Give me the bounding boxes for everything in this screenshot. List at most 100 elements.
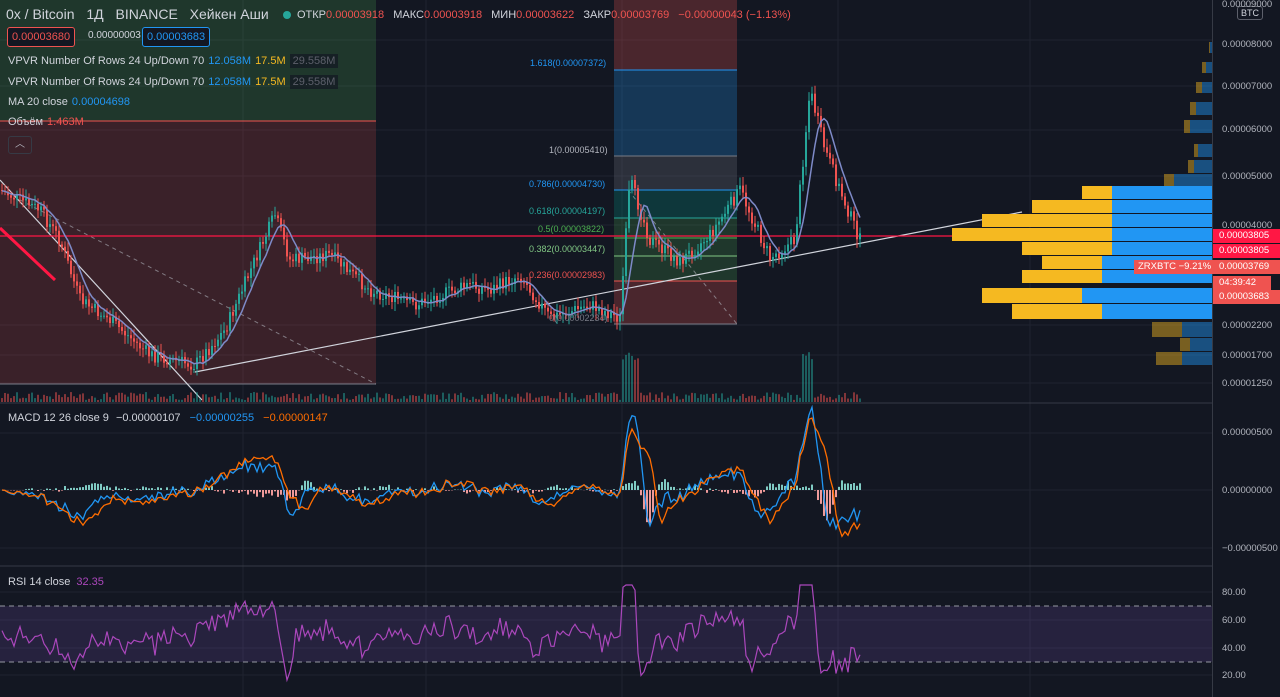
- volume-bar: [415, 395, 417, 402]
- volume-bar: [310, 393, 312, 402]
- chart-style[interactable]: Хейкен Аши: [190, 6, 269, 22]
- volume-bar: [589, 395, 591, 402]
- macd-bar: [367, 488, 369, 490]
- price-tick: 0.00001700: [1222, 350, 1273, 361]
- chevron-up-icon[interactable]: ︿: [8, 136, 32, 154]
- macd-bar: [115, 486, 117, 490]
- symbol-header[interactable]: 0x / Bitcoin 1Д BINANCE Хейкен Аши: [6, 6, 301, 22]
- volume-bar: [226, 398, 228, 402]
- volume-bar: [637, 358, 639, 402]
- volume-bar: [580, 398, 582, 402]
- candle-body: [34, 203, 36, 205]
- candle-body: [772, 256, 774, 261]
- macd-bar: [799, 488, 801, 490]
- macd-bar: [712, 490, 714, 491]
- legend-rsi[interactable]: RSI 14 close 32.35: [8, 576, 104, 588]
- macd-bar: [841, 480, 843, 490]
- macd-bar: [796, 485, 798, 490]
- candle-body: [358, 273, 360, 275]
- macd-bar: [652, 490, 654, 513]
- macd-bar: [142, 486, 144, 490]
- volume-bar: [613, 392, 615, 402]
- candle-body: [538, 302, 540, 309]
- candle-body: [682, 257, 684, 264]
- buy-price-box[interactable]: 0.00003683: [142, 27, 211, 47]
- symbol-name[interactable]: 0x / Bitcoin: [6, 6, 74, 22]
- macd-bar: [43, 490, 45, 491]
- candle-body: [748, 206, 750, 213]
- candle-body: [661, 244, 663, 254]
- chart-canvas[interactable]: [0, 0, 1212, 697]
- candle-body: [724, 213, 726, 217]
- volume-bar: [445, 398, 447, 402]
- profile-bar-up: [1196, 102, 1212, 115]
- macd-bar: [808, 487, 810, 490]
- volume-bar: [529, 393, 531, 402]
- candle-body: [529, 284, 531, 293]
- legend-ma[interactable]: MA 20 close 0.00004698: [8, 96, 130, 108]
- volume-bar: [52, 398, 54, 402]
- candle-body: [610, 311, 612, 319]
- volume-bar: [22, 397, 24, 402]
- macd-bar: [136, 488, 138, 490]
- candle-body: [811, 93, 813, 101]
- candle-body: [229, 312, 231, 331]
- candle-body: [103, 315, 105, 317]
- last-price-tag: 0.00003769: [1213, 260, 1280, 274]
- candle-body: [76, 281, 78, 286]
- volume-bar: [466, 398, 468, 402]
- profile-bar-up: [1202, 82, 1212, 93]
- legend-volume[interactable]: Объём 1.463M: [8, 116, 84, 128]
- candle-body: [679, 257, 681, 266]
- volume-bar: [196, 392, 198, 402]
- macd-bar: [244, 490, 246, 491]
- volume-bar: [220, 392, 222, 402]
- candle-body: [217, 339, 219, 347]
- legend-macd[interactable]: MACD 12 26 close 9 −0.00000107 −0.000002…: [8, 412, 328, 424]
- macd-bar: [301, 485, 303, 490]
- volume-bar: [436, 394, 438, 402]
- volume-bar: [361, 394, 363, 402]
- candle-body: [517, 278, 519, 280]
- volume-bar: [532, 399, 534, 402]
- candle-body: [31, 203, 33, 206]
- candle-body: [445, 287, 447, 299]
- candle-body: [61, 244, 63, 247]
- price-change: −0.00000043 (−1.13%): [678, 9, 791, 21]
- volume-bar: [112, 399, 114, 402]
- volume-bar: [412, 395, 414, 402]
- symbol-change-label: ZRXBTC −9.21%: [1134, 260, 1216, 274]
- macd-bar: [28, 488, 30, 490]
- volume-bar: [130, 392, 132, 402]
- volume-bar: [448, 393, 450, 402]
- candle-body: [277, 215, 279, 219]
- macd-bar: [373, 488, 375, 490]
- macd-bar: [613, 489, 615, 490]
- volume-bar: [472, 396, 474, 402]
- macd-bar: [328, 490, 330, 492]
- profile-bar-down: [982, 288, 1082, 303]
- sell-price-box[interactable]: 0.00003680: [7, 27, 76, 47]
- candle-body: [829, 152, 831, 159]
- legend-vpvr-2[interactable]: VPVR Number Of Rows 24 Up/Down 70 12.058M…: [8, 75, 339, 89]
- volume-bar: [316, 398, 318, 402]
- volume-bar: [334, 398, 336, 402]
- fib-label-05: 0.5(0.00003822): [538, 224, 605, 234]
- macd-bar: [838, 486, 840, 490]
- volume-bar: [556, 398, 558, 402]
- candle-body: [106, 315, 108, 318]
- volume-bar: [313, 399, 315, 402]
- volume-bar: [661, 392, 663, 402]
- volume-bar: [832, 399, 834, 402]
- macd-bar: [58, 490, 60, 492]
- candle-body: [577, 306, 579, 310]
- interval[interactable]: 1Д: [86, 6, 103, 22]
- volume-bar: [37, 394, 39, 402]
- macd-bar: [622, 486, 624, 490]
- volume-bar: [742, 393, 744, 402]
- volume-bar: [133, 393, 135, 402]
- legend-vpvr-1[interactable]: VPVR Number Of Rows 24 Up/Down 70 12.058M…: [8, 54, 339, 68]
- volume-bar: [598, 392, 600, 402]
- macd-bar: [247, 490, 249, 495]
- macd-bar: [664, 479, 666, 490]
